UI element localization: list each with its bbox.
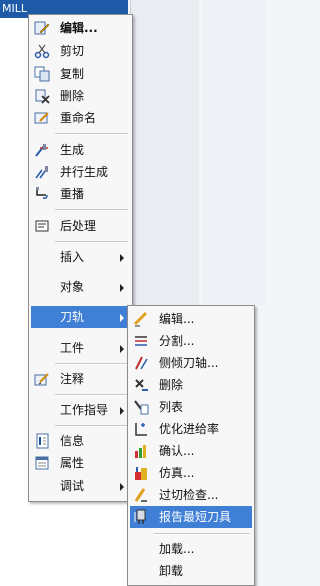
menu-item-label: 对象: [60, 280, 85, 294]
menu-item-label: 生成: [60, 143, 85, 157]
menu-separator: [55, 133, 128, 135]
submenu-item-optimize-feed[interactable]: 优化进给率: [130, 418, 252, 440]
menu-item-edit[interactable]: 编辑...: [31, 17, 130, 39]
menu-item-label: 工件: [60, 341, 85, 355]
submenu-item-load[interactable]: 加载...: [130, 538, 252, 560]
submenu-item-label: 列表: [159, 400, 184, 414]
info-icon: [36, 433, 49, 449]
menu-separator: [55, 209, 128, 211]
menu-item-insert[interactable]: 插入: [31, 246, 130, 268]
submenu-item-tilt-axis[interactable]: 侧倾刀轴...: [130, 352, 252, 374]
menu-item-label: 工作指导: [60, 403, 109, 417]
submenu-item-report-shortest-tool[interactable]: 报告最短刀具: [130, 506, 252, 528]
delete-toolpath-icon: [135, 379, 148, 391]
submenu-item-gouge-check[interactable]: 过切检查...: [130, 484, 252, 506]
submenu-arrow-icon: [120, 483, 124, 491]
submenu-item-label: 编辑...: [159, 312, 195, 326]
menu-separator: [55, 241, 128, 243]
tilt-axis-icon: [135, 356, 148, 370]
submenu-arrow-icon: [120, 314, 124, 322]
menu-item-label: 删除: [60, 89, 85, 103]
menu-item-object[interactable]: 对象: [31, 276, 130, 298]
parallel-generate-icon: [35, 166, 48, 179]
submenu-separator: [154, 533, 250, 535]
menu-item-info[interactable]: 信息: [31, 430, 130, 452]
cut-icon: [34, 44, 50, 59]
toolpath-submenu: 编辑... 分割... 侧倾刀轴... 删除 列表 优化进给率 确认... 仿真…: [127, 305, 255, 586]
menu-item-parallel-generate[interactable]: 并行生成: [31, 161, 130, 183]
simulate-icon: [135, 467, 147, 480]
menu-item-replay[interactable]: 重播: [31, 183, 130, 205]
submenu-arrow-icon: [120, 407, 124, 415]
submenu-item-split[interactable]: 分割...: [130, 330, 252, 352]
menu-separator: [55, 425, 128, 427]
submenu-item-label: 确认...: [159, 444, 195, 458]
menu-item-label: 并行生成: [60, 165, 109, 179]
submenu-item-verify[interactable]: 确认...: [130, 440, 252, 462]
submenu-item-label: 过切检查...: [159, 488, 219, 502]
submenu-item-label: 分割...: [159, 334, 195, 348]
gouge-check-icon: [134, 488, 147, 502]
submenu-item-label: 侧倾刀轴...: [159, 356, 219, 370]
menu-item-label: 信息: [60, 434, 85, 448]
menu-item-label: 调试: [60, 479, 85, 493]
menu-item-copy[interactable]: 复制: [31, 63, 130, 85]
submenu-item-edit[interactable]: 编辑...: [130, 308, 252, 330]
menu-item-label: 重命名: [60, 111, 97, 125]
edit-toolpath-icon: [133, 311, 148, 327]
submenu-item-label: 报告最短刀具: [159, 510, 232, 524]
menu-item-label: 剪切: [60, 44, 85, 58]
submenu-item-label: 优化进给率: [159, 422, 220, 436]
submenu-item-delete[interactable]: 删除: [130, 374, 252, 396]
menu-item-work-instruction[interactable]: 工作指导: [31, 399, 130, 421]
report-shortest-tool-icon: [134, 509, 146, 524]
generate-icon: [35, 144, 48, 157]
menu-item-label: 复制: [60, 67, 85, 81]
menu-item-label: 后处理: [60, 219, 97, 233]
copy-icon: [34, 66, 50, 82]
menu-item-properties[interactable]: 属性: [31, 452, 130, 474]
menu-item-rename[interactable]: 重命名: [31, 107, 130, 129]
submenu-item-label: 仿真...: [159, 466, 195, 480]
submenu-arrow-icon: [120, 254, 124, 262]
menu-item-delete[interactable]: 删除: [31, 85, 130, 107]
menu-item-label: 编辑...: [60, 21, 98, 35]
submenu-arrow-icon: [120, 345, 124, 353]
menu-separator: [55, 394, 128, 396]
delete-icon: [35, 89, 50, 104]
context-menu: 编辑... 剪切 复制 删除 重命名 生成 并行生成 重播 后处理 插入 对象: [28, 14, 133, 502]
menu-item-workpiece[interactable]: 工件: [31, 337, 130, 359]
menu-item-label: 刀轨: [60, 310, 85, 324]
postprocess-icon: [35, 220, 49, 232]
submenu-item-unload[interactable]: 卸载: [130, 560, 252, 582]
submenu-item-label: 加载...: [159, 542, 195, 556]
submenu-item-label: 删除: [159, 378, 184, 392]
menu-item-annotation[interactable]: 注释: [31, 368, 130, 390]
menu-item-label: 插入: [60, 250, 85, 264]
rename-icon: [34, 112, 49, 124]
edit-icon: [34, 21, 50, 35]
annotation-icon: [34, 373, 49, 386]
optimize-feed-icon: [135, 423, 147, 436]
submenu-item-label: 卸载: [159, 564, 184, 578]
replay-icon: [36, 187, 48, 199]
list-icon: [134, 400, 149, 415]
properties-icon: [35, 456, 49, 470]
verify-icon: [135, 445, 146, 458]
menu-item-cut[interactable]: 剪切: [31, 40, 130, 62]
submenu-item-simulate[interactable]: 仿真...: [130, 462, 252, 484]
menu-item-toolpath[interactable]: 刀轨: [31, 306, 130, 328]
menu-item-postprocess[interactable]: 后处理: [31, 215, 130, 237]
menu-item-label: 重播: [60, 187, 85, 201]
menu-separator: [55, 363, 128, 365]
menu-item-label: 属性: [60, 456, 85, 470]
split-icon: [135, 336, 147, 346]
menu-item-generate[interactable]: 生成: [31, 139, 130, 161]
menu-item-debug[interactable]: 调试: [31, 475, 130, 497]
submenu-item-list[interactable]: 列表: [130, 396, 252, 418]
menu-item-label: 注释: [60, 372, 85, 386]
right-toolbar-pane: [201, 0, 267, 305]
submenu-arrow-icon: [120, 284, 124, 292]
